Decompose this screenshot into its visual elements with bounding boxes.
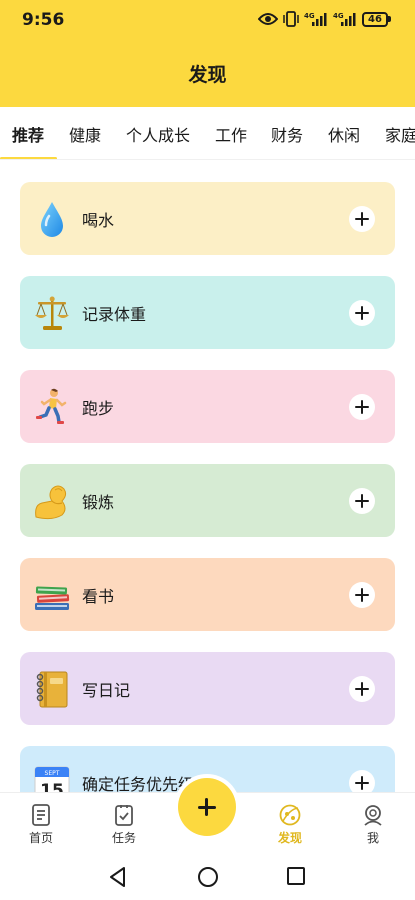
signal-icon-1: 4G — [304, 12, 327, 26]
nav-tasks[interactable]: 任务 — [94, 803, 154, 846]
habit-list: 喝水 记录体重 跑步 锻炼 看书 写日记 SEPT 15 确定任务优先级 — [0, 160, 415, 792]
habit-card-water[interactable]: 喝水 — [20, 182, 395, 255]
flexed-arm-icon — [35, 485, 67, 520]
habit-card-running[interactable]: 跑步 — [20, 370, 395, 443]
tab-leisure[interactable]: 休闲 — [328, 122, 360, 146]
home-circle-icon[interactable] — [197, 866, 219, 888]
svg-text:SEPT: SEPT — [45, 770, 60, 777]
status-bar: 9:56 4G 4G 46 — [0, 0, 415, 40]
tab-health[interactable]: 健康 — [69, 122, 101, 146]
battery-icon: 46 — [362, 11, 391, 27]
battery-level: 46 — [362, 11, 388, 27]
nav-home[interactable]: 首页 — [11, 803, 71, 846]
books-icon — [35, 586, 70, 610]
add-habit-button[interactable] — [349, 676, 375, 702]
task-check-icon — [115, 805, 133, 826]
habit-label: 记录体重 — [82, 305, 147, 324]
add-habit-button[interactable] — [349, 300, 375, 326]
habit-label: 喝水 — [82, 211, 115, 230]
system-nav-bar — [0, 852, 415, 900]
tab-personal-growth[interactable]: 个人成长 — [126, 122, 190, 146]
habit-label: 锻炼 — [82, 493, 115, 512]
habit-card-journal[interactable]: 写日记 — [20, 652, 395, 725]
status-time: 9:56 — [22, 10, 65, 30]
discover-screen: 9:56 4G 4G 46 发现 推荐 健康 个人成长 工作 财务 休闲 家庭 … — [0, 0, 415, 900]
tab-family[interactable]: 家庭 — [385, 122, 415, 146]
notebook-icon — [36, 671, 68, 708]
add-habit-button[interactable] — [349, 582, 375, 608]
scale-icon — [35, 296, 69, 330]
svg-text:15: 15 — [40, 781, 64, 792]
nav-label: 发现 — [277, 831, 302, 845]
profile-icon — [364, 805, 382, 826]
nav-discover[interactable]: 发现 — [260, 803, 320, 846]
nav-label: 首页 — [28, 831, 53, 845]
add-habit-button[interactable] — [349, 488, 375, 514]
habit-label: 确定任务优先级 — [82, 775, 195, 792]
discover-icon — [279, 804, 301, 826]
add-habit-button[interactable] — [349, 770, 375, 792]
water-drop-icon — [41, 202, 63, 237]
habit-card-weight[interactable]: 记录体重 — [20, 276, 395, 349]
nav-label: 我 — [366, 831, 379, 845]
habit-label: 看书 — [82, 587, 115, 606]
svg-text:4G: 4G — [304, 12, 315, 20]
header: 9:56 4G 4G 46 发现 — [0, 0, 415, 107]
eye-icon — [258, 13, 278, 25]
back-triangle-icon[interactable] — [108, 866, 128, 888]
category-tabs: 推荐 健康 个人成长 工作 财务 休闲 家庭 — [0, 107, 415, 160]
add-habit-button[interactable] — [349, 206, 375, 232]
vibrate-icon — [283, 11, 299, 27]
tab-recommended[interactable]: 推荐 — [12, 122, 44, 146]
add-habit-button[interactable] — [349, 394, 375, 420]
runner-icon — [36, 388, 67, 424]
recents-square-icon[interactable] — [286, 866, 306, 886]
status-icons: 4G 4G 46 — [258, 11, 391, 27]
habit-card-reading[interactable]: 看书 — [20, 558, 395, 631]
add-task-fab-button[interactable] — [178, 778, 236, 836]
tab-finance[interactable]: 财务 — [271, 122, 303, 146]
tab-work[interactable]: 工作 — [215, 122, 247, 146]
page-title: 发现 — [188, 64, 227, 86]
svg-text:4G: 4G — [333, 12, 344, 20]
signal-icon-2: 4G — [333, 12, 356, 26]
document-icon — [32, 804, 50, 826]
habit-label: 写日记 — [82, 681, 131, 700]
nav-me[interactable]: 我 — [343, 803, 403, 846]
habit-card-exercise[interactable]: 锻炼 — [20, 464, 395, 537]
nav-label: 任务 — [111, 831, 136, 845]
calendar-icon: SEPT 15 — [34, 766, 70, 792]
habit-label: 跑步 — [82, 399, 115, 418]
